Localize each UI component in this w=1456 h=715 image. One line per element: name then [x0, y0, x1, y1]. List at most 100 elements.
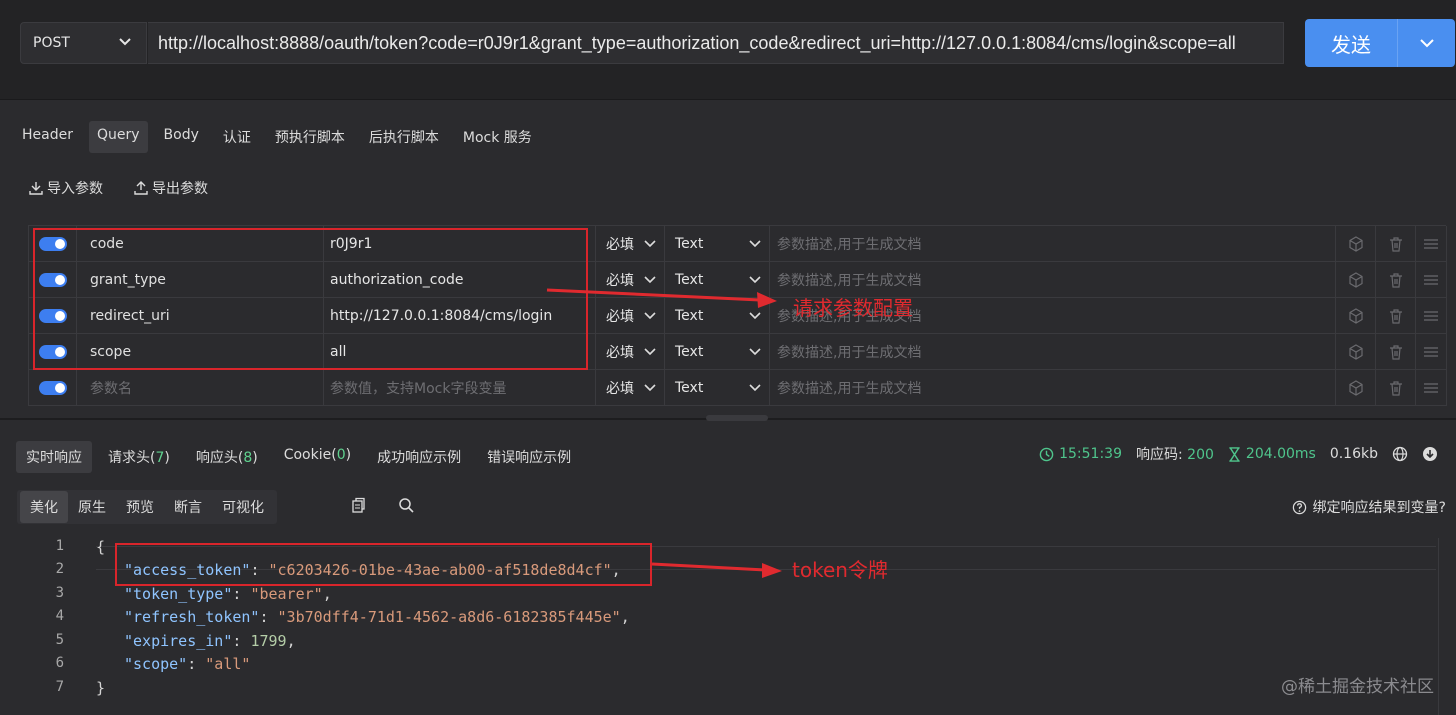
json-value: 1799	[250, 632, 287, 650]
tab-assert[interactable]: 断言	[164, 491, 212, 523]
import-label: 导入参数	[47, 181, 103, 197]
send-button[interactable]: 发送	[1305, 19, 1455, 67]
tab-request-headers[interactable]: 请求头(7)	[98, 441, 180, 473]
type-label: Text	[675, 380, 704, 396]
method-select[interactable]: POST	[20, 22, 147, 64]
tab-cookie[interactable]: Cookie(0)	[274, 441, 361, 473]
drag-handle-icon[interactable]	[1416, 226, 1447, 262]
param-row-new: 参数名 参数值，支持Mock字段变量 必填 Text 参数描述,用于生成文档	[29, 370, 1447, 406]
line-number: 1	[55, 538, 64, 554]
tab-pre-script[interactable]: 预执行脚本	[267, 121, 353, 153]
line-number: 2	[55, 561, 64, 577]
tab-label-close: )	[252, 450, 258, 466]
trash-icon[interactable]	[1376, 370, 1416, 406]
cube-icon[interactable]	[1336, 334, 1376, 370]
tab-label: 请求头(	[108, 450, 156, 466]
tab-response-headers[interactable]: 响应头(8)	[186, 441, 268, 473]
tab-mock[interactable]: Mock 服务	[455, 121, 540, 153]
param-value-input[interactable]: 参数值，支持Mock字段变量	[324, 370, 596, 406]
status-code-label: 响应码:	[1136, 447, 1183, 463]
param-required-select[interactable]: 必填	[596, 334, 665, 370]
tab-post-script[interactable]: 后执行脚本	[361, 121, 447, 153]
tab-label: Cookie(	[283, 447, 337, 463]
export-label: 导出参数	[152, 181, 208, 197]
tab-raw[interactable]: 原生	[68, 491, 116, 523]
cube-icon[interactable]	[1336, 262, 1376, 298]
tab-auth[interactable]: 认证	[215, 121, 259, 153]
cube-icon[interactable]	[1336, 226, 1376, 262]
bind-response-link[interactable]: 绑定响应结果到变量?	[1292, 497, 1446, 517]
line-number: 6	[55, 655, 64, 671]
params-highlight-box	[33, 228, 588, 370]
tab-realtime-response[interactable]: 实时响应	[16, 441, 92, 473]
line-number: 3	[55, 585, 64, 601]
chevron-down-icon	[749, 240, 761, 248]
response-time: 15:51:39	[1039, 446, 1122, 462]
type-label: Text	[675, 344, 704, 360]
request-tabs: Header Query Body 认证 预执行脚本 后执行脚本 Mock 服务	[14, 121, 540, 153]
panel-resize-handle[interactable]	[706, 415, 768, 421]
drag-handle-icon[interactable]	[1416, 370, 1447, 406]
json-line: "expires_in": 1799,	[124, 632, 296, 650]
trash-icon[interactable]	[1376, 298, 1416, 334]
param-description[interactable]: 参数描述,用于生成文档	[770, 334, 1336, 370]
chevron-down-icon	[119, 38, 131, 46]
param-name-input[interactable]: 参数名	[77, 370, 324, 406]
annotation-params: 请求参数配置	[793, 296, 913, 320]
param-type-select[interactable]: Text	[665, 334, 770, 370]
type-label: Text	[675, 308, 704, 324]
param-type-select[interactable]: Text	[665, 226, 770, 262]
trash-icon[interactable]	[1376, 334, 1416, 370]
tab-query[interactable]: Query	[88, 121, 148, 153]
json-brace-close: }	[96, 679, 106, 697]
code-scrollbar[interactable]	[1438, 538, 1454, 715]
chevron-down-icon	[1419, 39, 1434, 48]
import-params-button[interactable]: 导入参数	[28, 178, 103, 198]
param-description[interactable]: 参数描述,用于生成文档	[770, 226, 1336, 262]
trash-icon[interactable]	[1376, 226, 1416, 262]
tab-error-example[interactable]: 错误响应示例	[477, 441, 581, 473]
arrow-icon	[546, 288, 777, 308]
trash-icon[interactable]	[1376, 262, 1416, 298]
json-brace-open: {	[96, 538, 106, 556]
tab-label: 响应头(	[195, 450, 244, 466]
tab-preview[interactable]: 预览	[116, 491, 164, 523]
response-tabs: 实时响应 请求头(7) 响应头(8) Cookie(0) 成功响应示例 错误响应…	[16, 441, 581, 473]
time-value: 15:51:39	[1059, 446, 1122, 462]
param-required-select[interactable]: 必填	[596, 370, 665, 406]
drag-handle-icon[interactable]	[1416, 334, 1447, 370]
chevron-down-icon	[644, 312, 656, 320]
param-enabled-toggle[interactable]	[38, 381, 67, 395]
chevron-down-icon	[749, 312, 761, 320]
tab-header[interactable]: Header	[14, 121, 81, 153]
url-input[interactable]: http://localhost:8888/oauth/token?code=r…	[148, 22, 1284, 64]
download-icon[interactable]	[1422, 446, 1438, 462]
drag-handle-icon[interactable]	[1416, 262, 1447, 298]
chevron-down-icon	[749, 348, 761, 356]
export-params-button[interactable]: 导出参数	[133, 178, 208, 198]
tab-pretty[interactable]: 美化	[20, 491, 68, 523]
json-value: "3b70dff4-71d1-4562-a8d6-6182385f445e"	[277, 608, 621, 626]
json-comma: ,	[286, 632, 296, 650]
count-badge: 0	[336, 447, 346, 463]
required-label: 必填	[606, 345, 634, 361]
response-duration: 204.00ms	[1228, 446, 1316, 462]
param-description[interactable]: 参数描述,用于生成文档	[770, 370, 1336, 406]
drag-handle-icon[interactable]	[1416, 298, 1447, 334]
param-type-select[interactable]: Text	[665, 370, 770, 406]
tab-success-example[interactable]: 成功响应示例	[367, 441, 471, 473]
line-number: 7	[55, 679, 64, 695]
tab-visualize[interactable]: 可视化	[212, 491, 274, 523]
cube-icon[interactable]	[1336, 298, 1376, 334]
cube-icon[interactable]	[1336, 370, 1376, 406]
required-label: 必填	[606, 237, 634, 253]
tab-body[interactable]: Body	[156, 121, 207, 153]
json-comma: ,	[620, 608, 630, 626]
search-icon[interactable]	[398, 497, 414, 513]
json-key: "expires_in"	[124, 632, 233, 650]
send-dropdown[interactable]	[1398, 35, 1455, 51]
globe-icon[interactable]	[1392, 446, 1408, 462]
param-required-select[interactable]: 必填	[596, 226, 665, 262]
copy-icon[interactable]	[350, 497, 366, 513]
response-status: 15:51:39 响应码: 200 204.00ms 0.16kb	[1039, 444, 1438, 464]
